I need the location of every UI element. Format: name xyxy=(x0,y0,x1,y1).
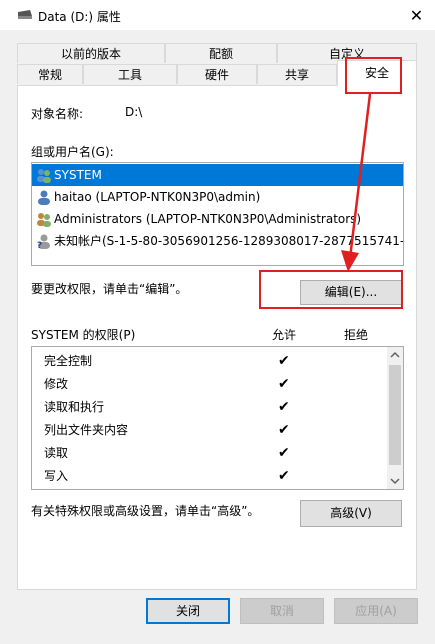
allow-check-icon: ✔ xyxy=(278,468,290,484)
scroll-down-icon[interactable] xyxy=(390,477,400,485)
tab-sharing[interactable]: 共享 xyxy=(257,64,337,84)
users-group-icon xyxy=(37,213,51,227)
permission-name: 读取和执行 xyxy=(44,400,105,414)
allow-check-icon: ✔ xyxy=(278,422,290,438)
tab-label: 常规 xyxy=(37,68,62,82)
permission-row: 写入 ✔ xyxy=(32,465,388,488)
title-bar: Data (D:) 属性 ✕ xyxy=(0,0,435,30)
unknown-user-icon: ? xyxy=(37,234,50,249)
tab-hardware[interactable]: 硬件 xyxy=(177,64,257,84)
tab-tools[interactable]: 工具 xyxy=(83,64,177,84)
allow-check-icon: ✔ xyxy=(278,376,290,392)
deny-header: 拒绝 xyxy=(344,328,369,342)
group-users-label: 组或用户名(G): xyxy=(31,145,114,159)
tab-label: 以前的版本 xyxy=(60,47,121,61)
user-icon xyxy=(38,190,50,205)
annotation-arrow-icon xyxy=(341,93,372,272)
user-name: Administrators (LAPTOP-NTK0N3P0\Administ… xyxy=(54,212,362,226)
allow-check-icon: ✔ xyxy=(278,445,290,461)
permissions-scrollbar[interactable] xyxy=(387,347,403,489)
apply-button[interactable]: 应用(A) xyxy=(334,598,418,624)
advanced-button[interactable]: 高级(V) xyxy=(300,500,402,527)
permissions-list[interactable]: 完全控制 ✔ 修改 ✔ 读取和执行 ✔ 列出文件夹内容 ✔ 读取 ✔ 写入 ✔ xyxy=(31,346,404,490)
close-dialog-button[interactable]: 关闭 xyxy=(146,598,230,624)
tab-general[interactable]: 常规 xyxy=(17,64,83,84)
permission-row: 读取和执行 ✔ xyxy=(32,396,388,419)
window-title: Data (D:) 属性 xyxy=(38,10,121,24)
object-name-label: 对象名称: xyxy=(31,107,84,121)
object-name-value: D:\ xyxy=(125,105,143,119)
tab-previous-versions[interactable]: 以前的版本 xyxy=(17,43,165,63)
tab-label: 工具 xyxy=(117,68,142,82)
annotation-box-security-tab xyxy=(345,57,402,94)
edit-hint: 要更改权限，请单击“编辑”。 xyxy=(31,282,188,296)
user-name: SYSTEM xyxy=(54,168,102,182)
tab-label: 硬件 xyxy=(204,68,229,82)
permission-name: 列出文件夹内容 xyxy=(44,423,129,437)
permissions-label: SYSTEM 的权限(P) xyxy=(31,328,136,342)
permission-name: 完全控制 xyxy=(44,354,93,368)
permission-name: 修改 xyxy=(44,377,69,391)
svg-text:?: ? xyxy=(37,241,42,249)
permission-name: 读取 xyxy=(44,446,69,460)
cancel-button[interactable]: 取消 xyxy=(240,598,324,624)
advanced-hint: 有关特殊权限或高级设置，请单击“高级”。 xyxy=(31,504,260,518)
allow-check-icon: ✔ xyxy=(278,353,290,369)
permission-row: 列出文件夹内容 ✔ xyxy=(32,419,388,442)
permission-row: 修改 ✔ xyxy=(32,373,388,396)
scroll-thumb[interactable] xyxy=(389,365,401,465)
permission-row: 读取 ✔ xyxy=(32,442,388,465)
allow-check-icon: ✔ xyxy=(278,399,290,415)
drive-icon xyxy=(18,10,32,19)
permission-name: 写入 xyxy=(44,469,69,483)
users-group-icon xyxy=(37,169,51,183)
close-icon: ✕ xyxy=(409,5,424,25)
tab-label: 共享 xyxy=(284,68,309,82)
tab-quota[interactable]: 配额 xyxy=(165,43,277,63)
user-name: haitao (LAPTOP-NTK0N3P0\admin) xyxy=(54,190,261,204)
scroll-up-icon[interactable] xyxy=(390,351,400,359)
close-button[interactable]: ✕ xyxy=(398,0,435,30)
allow-header: 允许 xyxy=(272,328,297,342)
permissions-rows: 完全控制 ✔ 修改 ✔ 读取和执行 ✔ 列出文件夹内容 ✔ 读取 ✔ 写入 ✔ xyxy=(32,350,388,488)
tab-label: 配额 xyxy=(208,47,233,61)
permission-row: 完全控制 ✔ xyxy=(32,350,388,373)
